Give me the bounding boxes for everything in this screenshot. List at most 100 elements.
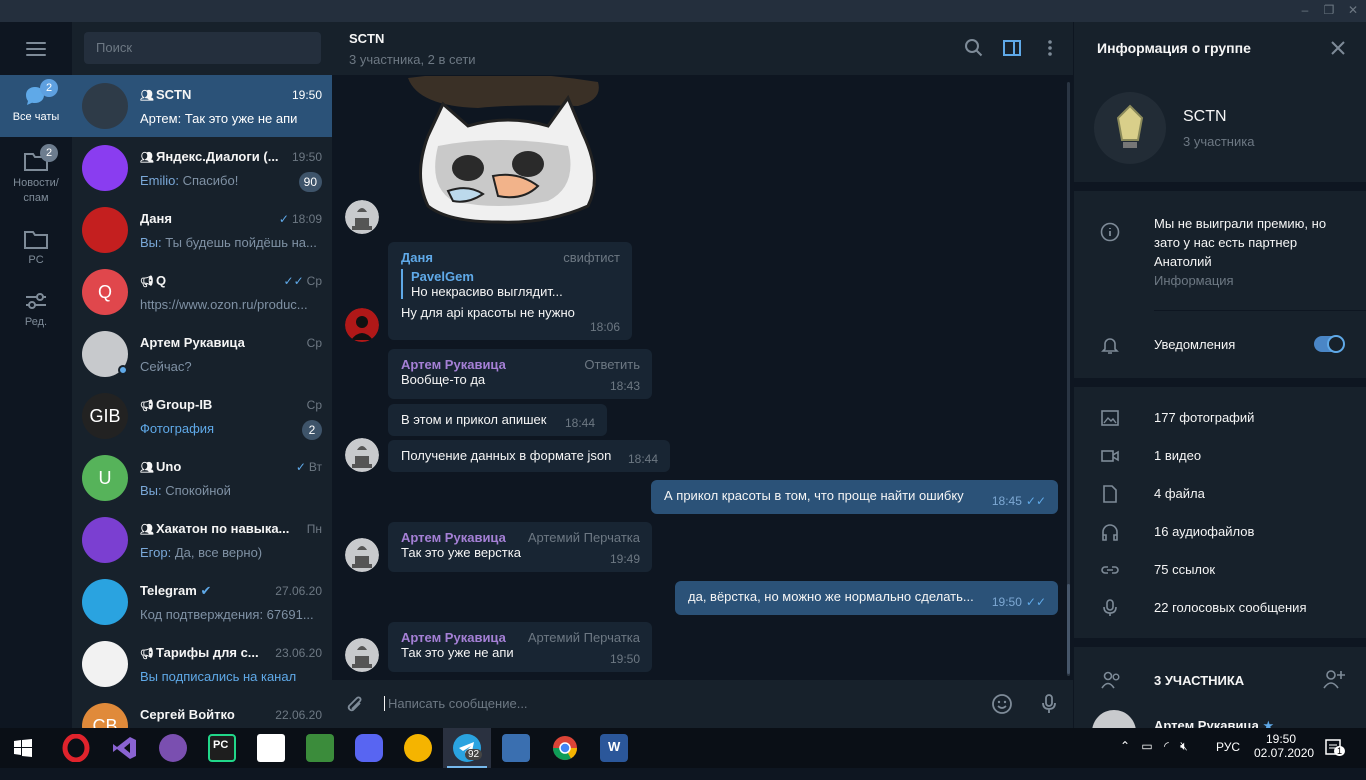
folder-badge: 2 [40, 79, 58, 97]
app-icon[interactable] [404, 734, 432, 762]
maximize-icon[interactable]: ❐ [1322, 3, 1336, 17]
folder-edit[interactable]: Ред. [0, 280, 72, 342]
chat-preview: Emilio: Спасибо! [140, 173, 239, 188]
chat-name: 📢︎ Тарифы для с... [140, 645, 259, 660]
minimize-icon[interactable]: – [1298, 3, 1312, 17]
message-bubble-outgoing[interactable]: да, вёрстка, но можно же нормально сдела… [675, 581, 1058, 615]
message-bubble[interactable]: Артем Рукавица Ответить Вообще-то да 18:… [388, 349, 652, 399]
message-bubble[interactable]: Получение данных в формате json 18:44 [388, 440, 670, 472]
message-bubble-outgoing[interactable]: А прикол красоты в том, что проще найти … [651, 480, 1058, 514]
chat-avatar [82, 207, 128, 253]
tray-icons[interactable]: ⌃ ▭ ◜ 🔇︎ [1120, 739, 1188, 779]
shared-media-row[interactable]: 4 файла [1074, 475, 1366, 513]
shared-media-label: 22 голосовых сообщения [1154, 600, 1307, 615]
language-indicator[interactable]: РУС [1216, 740, 1240, 780]
more-options-icon[interactable] [1040, 38, 1060, 58]
chrome-icon[interactable] [551, 734, 579, 762]
message-list[interactable]: Даня свифтист PavelGem Но некрасиво выгл… [332, 76, 1073, 680]
chat-preview: https://www.ozon.ru/produc... [140, 297, 308, 312]
message-text: Так это уже не апи [401, 645, 514, 660]
shared-media-row[interactable]: 1 видео [1074, 437, 1366, 475]
chat-list-item[interactable]: 👥︎ Яндекс.Диалоги (... 19:50 Emilio: Спас… [72, 137, 332, 199]
read-check-icon: ✓ [295, 460, 306, 474]
remote-desktop-icon[interactable] [502, 734, 530, 762]
add-member-icon[interactable] [1322, 668, 1346, 693]
windows-start-icon[interactable] [14, 739, 32, 760]
member-avatar[interactable] [345, 200, 379, 234]
reply-quote[interactable]: PavelGem Но некрасиво выглядит... [401, 269, 619, 299]
word-icon[interactable]: W [600, 734, 628, 762]
notes-icon[interactable] [306, 734, 334, 762]
github-desktop-icon[interactable] [159, 734, 187, 762]
clock[interactable]: 19:50 02.07.2020 [1254, 732, 1314, 772]
bell-icon [1100, 335, 1120, 358]
sticker-image[interactable] [398, 76, 608, 226]
online-indicator [118, 365, 128, 375]
group-icon: 👥︎ [140, 524, 154, 536]
pycharm-icon[interactable]: PC [208, 734, 236, 762]
shared-media-row[interactable]: 22 голосовых сообщения [1074, 589, 1366, 627]
message-input[interactable]: Написать сообщение... [384, 696, 528, 711]
chat-time: 22.06.20 [275, 708, 322, 722]
chat-list-item[interactable]: СВ Сергей Войтко 22.06.20 [72, 695, 332, 728]
folder-news-spam[interactable]: 2 Новости/ спам [0, 140, 72, 212]
unity-icon[interactable] [257, 734, 285, 762]
scrollbar-thumb[interactable] [1067, 584, 1070, 674]
folder-all-chats[interactable]: 2 Все чаты [0, 75, 72, 137]
search-input[interactable]: Поиск [84, 32, 321, 64]
discord-icon[interactable] [355, 734, 383, 762]
member-avatar[interactable] [1092, 710, 1136, 728]
folder-pc[interactable]: PC [0, 218, 72, 280]
attach-icon[interactable] [344, 694, 366, 719]
chat-list-item[interactable]: Даня ✓ 18:09 Вы: Ты будешь пойдёшь на... [72, 199, 332, 261]
notification-center-icon[interactable]: 1 [1324, 738, 1346, 778]
chat-list-item[interactable]: 👥︎ SCTN 19:50 Артем: Так это уже не апи [72, 75, 332, 137]
opera-icon[interactable] [62, 733, 90, 763]
window-titlebar: – ❐ ✕ [0, 0, 1366, 22]
message-bubble[interactable]: В этом и прикол апишек 18:44 [388, 404, 607, 436]
close-window-icon[interactable]: ✕ [1346, 3, 1360, 17]
chat-list-item[interactable]: GIB 📢︎ Group-IB Ср Фотография 2 [72, 385, 332, 447]
message-time: 19:50 [609, 652, 640, 666]
chat-list-item[interactable]: U 👥︎ Uno ✓ Вт Вы: Спокойной [72, 447, 332, 509]
chat-name: 📢︎ Q [140, 273, 167, 288]
member-avatar[interactable] [345, 438, 379, 472]
hamburger-menu-icon[interactable] [26, 42, 46, 56]
sidebar-toggle-icon[interactable] [1002, 38, 1022, 58]
member-avatar[interactable] [345, 538, 379, 572]
chat-preview: Вы: Ты будешь пойдёшь на... [140, 235, 317, 250]
search-icon[interactable] [964, 38, 984, 58]
chat-list-item[interactable]: 👥︎ Хакатон по навыка... Пн Егор: Да, все … [72, 509, 332, 571]
message-bubble[interactable]: Артем Рукавица Артемий Перчатка Так это … [388, 522, 652, 572]
chat-list-item[interactable]: Q 📢︎ Q ✓✓ Ср https://www.ozon.ru/produc... [72, 261, 332, 323]
reply-button[interactable]: Ответить [584, 357, 640, 372]
chat-header[interactable]: SCTN 3 участника, 2 в сети [332, 22, 1073, 76]
group-icon: 👥︎ [140, 90, 154, 102]
member-name[interactable]: Артем Рукавица ★ [1154, 718, 1274, 728]
member-avatar[interactable] [345, 638, 379, 672]
reply-author: PavelGem [411, 269, 474, 284]
file-icon [1100, 484, 1120, 504]
message-bubble[interactable]: Артем Рукавица Артемий Перчатка Так это … [388, 622, 652, 672]
chat-list-item[interactable]: Telegram ✔ 27.06.20 Код подтверждения: 6… [72, 571, 332, 633]
shared-media-row[interactable]: 75 ссылок [1074, 551, 1366, 589]
divider [1074, 182, 1366, 191]
chat-list-item[interactable]: Артем Рукавица Ср Сейчас? [72, 323, 332, 385]
group-avatar[interactable] [1094, 92, 1166, 164]
divider [1074, 378, 1366, 387]
message-composer: Написать сообщение... [332, 680, 1073, 728]
chat-preview: Артем: Так это уже не апи [140, 111, 298, 126]
shared-media-label: 4 файла [1154, 486, 1205, 501]
shared-media-row[interactable]: 16 аудиофайлов [1074, 513, 1366, 551]
visual-studio-icon[interactable] [110, 734, 138, 762]
video-icon [1100, 446, 1120, 466]
emoji-icon[interactable] [991, 693, 1013, 718]
folder-label: Ред. [24, 316, 48, 328]
shared-media-row[interactable]: 177 фотографий [1074, 399, 1366, 437]
close-icon[interactable] [1330, 40, 1346, 59]
member-avatar[interactable] [345, 308, 379, 342]
chat-list-item[interactable]: 📢︎ Тарифы для с... 23.06.20 Вы подписалис… [72, 633, 332, 695]
notifications-toggle[interactable] [1314, 335, 1345, 353]
message-bubble[interactable]: Даня свифтист PavelGem Но некрасиво выгл… [388, 242, 632, 340]
microphone-icon[interactable] [1039, 693, 1059, 718]
